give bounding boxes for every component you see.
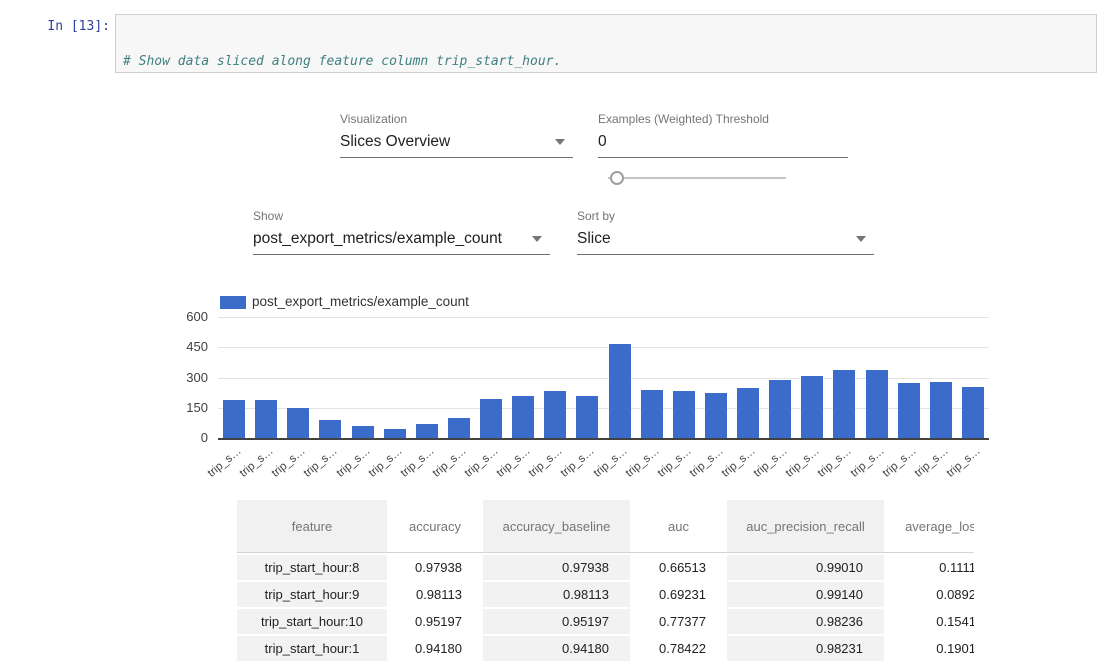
bar[interactable] bbox=[480, 399, 502, 438]
visualization-value: Slices Overview bbox=[340, 133, 450, 151]
y-axis-tick: 0 bbox=[150, 430, 208, 445]
metric-cell: 0.98231 bbox=[727, 634, 884, 661]
table-header-row: featureaccuracyaccuracy_baselineaucauc_p… bbox=[237, 500, 974, 553]
column-header-auc_precision_recall[interactable]: auc_precision_recall bbox=[727, 500, 884, 553]
bar[interactable] bbox=[641, 390, 663, 438]
metric-cell: 0.77377 bbox=[630, 607, 727, 634]
metric-cell: 0.69231 bbox=[630, 580, 727, 607]
bar[interactable] bbox=[962, 387, 984, 438]
metric-cell: 0.97938 bbox=[387, 553, 483, 580]
bar[interactable] bbox=[609, 344, 631, 438]
y-axis-tick: 600 bbox=[150, 309, 208, 324]
chevron-down-icon[interactable] bbox=[856, 236, 866, 242]
bar[interactable] bbox=[673, 391, 695, 438]
bar[interactable] bbox=[416, 424, 438, 438]
bar[interactable] bbox=[930, 382, 952, 438]
sort-by-dropdown[interactable]: Sort by Slice bbox=[577, 209, 874, 255]
metric-cell: 0.0892 bbox=[884, 580, 974, 607]
bar[interactable] bbox=[223, 400, 245, 438]
bar[interactable] bbox=[319, 420, 341, 438]
bar[interactable] bbox=[512, 396, 534, 438]
metric-cell: 0.99010 bbox=[727, 553, 884, 580]
legend-label: post_export_metrics/example_count bbox=[252, 294, 469, 309]
chevron-down-icon[interactable] bbox=[532, 236, 542, 242]
column-header-average_los[interactable]: average_los bbox=[884, 500, 974, 553]
metric-cell: 0.98113 bbox=[387, 580, 483, 607]
metric-cell: 0.95197 bbox=[483, 607, 630, 634]
metric-cell: 0.94180 bbox=[483, 634, 630, 661]
table-row: trip_start_hour:10.941800.941800.784220.… bbox=[237, 634, 974, 661]
column-header-accuracy_baseline[interactable]: accuracy_baseline bbox=[483, 500, 630, 553]
bar[interactable] bbox=[737, 388, 759, 438]
threshold-label: Examples (Weighted) Threshold bbox=[598, 112, 848, 126]
column-header-feature[interactable]: feature bbox=[237, 500, 387, 553]
threshold-input-group: Examples (Weighted) Threshold 0 bbox=[598, 112, 848, 158]
sort-by-label: Sort by bbox=[577, 209, 874, 223]
table-row: trip_start_hour:100.951970.951970.773770… bbox=[237, 607, 974, 634]
chevron-down-icon[interactable] bbox=[555, 139, 565, 145]
visualization-dropdown[interactable]: Visualization Slices Overview bbox=[340, 112, 573, 158]
metric-cell: 0.98113 bbox=[483, 580, 630, 607]
feature-cell: trip_start_hour:10 bbox=[237, 607, 387, 634]
bar[interactable] bbox=[866, 370, 888, 438]
metric-cell: 0.1111 bbox=[884, 553, 974, 580]
cell-prompt: In [13]: bbox=[36, 19, 110, 34]
metrics-table: featureaccuracyaccuracy_baselineaucauc_p… bbox=[237, 500, 974, 661]
metric-cell: 0.98236 bbox=[727, 607, 884, 634]
y-axis-tick: 450 bbox=[150, 339, 208, 354]
x-axis-line bbox=[218, 438, 989, 440]
code-cell[interactable]: # Show data sliced along feature column … bbox=[115, 14, 1097, 73]
column-header-accuracy[interactable]: accuracy bbox=[387, 500, 483, 553]
slider-thumb[interactable] bbox=[610, 171, 624, 185]
feature-cell: trip_start_hour:9 bbox=[237, 580, 387, 607]
code-line-1: # Show data sliced along feature column … bbox=[123, 53, 1089, 70]
bar[interactable] bbox=[255, 400, 277, 438]
metrics-table-container[interactable]: featureaccuracyaccuracy_baselineaucauc_p… bbox=[237, 500, 974, 668]
bar[interactable] bbox=[384, 429, 406, 438]
legend-swatch bbox=[220, 296, 246, 309]
show-label: Show bbox=[253, 209, 550, 223]
bar[interactable] bbox=[544, 391, 566, 438]
metric-cell: 0.1901 bbox=[884, 634, 974, 661]
metric-cell: 0.99140 bbox=[727, 580, 884, 607]
show-value: post_export_metrics/example_count bbox=[253, 230, 502, 248]
bar[interactable] bbox=[287, 408, 309, 438]
bar[interactable] bbox=[801, 376, 823, 438]
metric-cell: 0.1541 bbox=[884, 607, 974, 634]
column-header-auc[interactable]: auc bbox=[630, 500, 727, 553]
metric-cell: 0.97938 bbox=[483, 553, 630, 580]
metric-cell: 0.95197 bbox=[387, 607, 483, 634]
bar[interactable] bbox=[898, 383, 920, 438]
feature-cell: trip_start_hour:8 bbox=[237, 553, 387, 580]
bar[interactable] bbox=[352, 426, 374, 438]
metric-cell: 0.94180 bbox=[387, 634, 483, 661]
bar[interactable] bbox=[448, 418, 470, 438]
sort-by-value: Slice bbox=[577, 230, 611, 248]
table-row: trip_start_hour:80.979380.979380.665130.… bbox=[237, 553, 974, 580]
bar[interactable] bbox=[576, 396, 598, 438]
bar[interactable] bbox=[769, 380, 791, 438]
bar[interactable] bbox=[833, 370, 855, 438]
visualization-label: Visualization bbox=[340, 112, 573, 126]
threshold-input[interactable]: 0 bbox=[598, 133, 607, 151]
table-row: trip_start_hour:90.981130.981130.692310.… bbox=[237, 580, 974, 607]
gridline bbox=[218, 347, 989, 348]
bar[interactable] bbox=[705, 393, 727, 438]
threshold-slider[interactable] bbox=[608, 170, 786, 186]
gridline bbox=[218, 317, 989, 318]
slider-track[interactable] bbox=[608, 177, 786, 179]
feature-cell: trip_start_hour:1 bbox=[237, 634, 387, 661]
show-metric-dropdown[interactable]: Show post_export_metrics/example_count bbox=[253, 209, 550, 255]
notebook-page: In [13]: # Show data sliced along featur… bbox=[0, 0, 1111, 668]
metric-cell: 0.78422 bbox=[630, 634, 727, 661]
metric-cell: 0.66513 bbox=[630, 553, 727, 580]
y-axis-tick: 300 bbox=[150, 370, 208, 385]
y-axis-tick: 150 bbox=[150, 400, 208, 415]
